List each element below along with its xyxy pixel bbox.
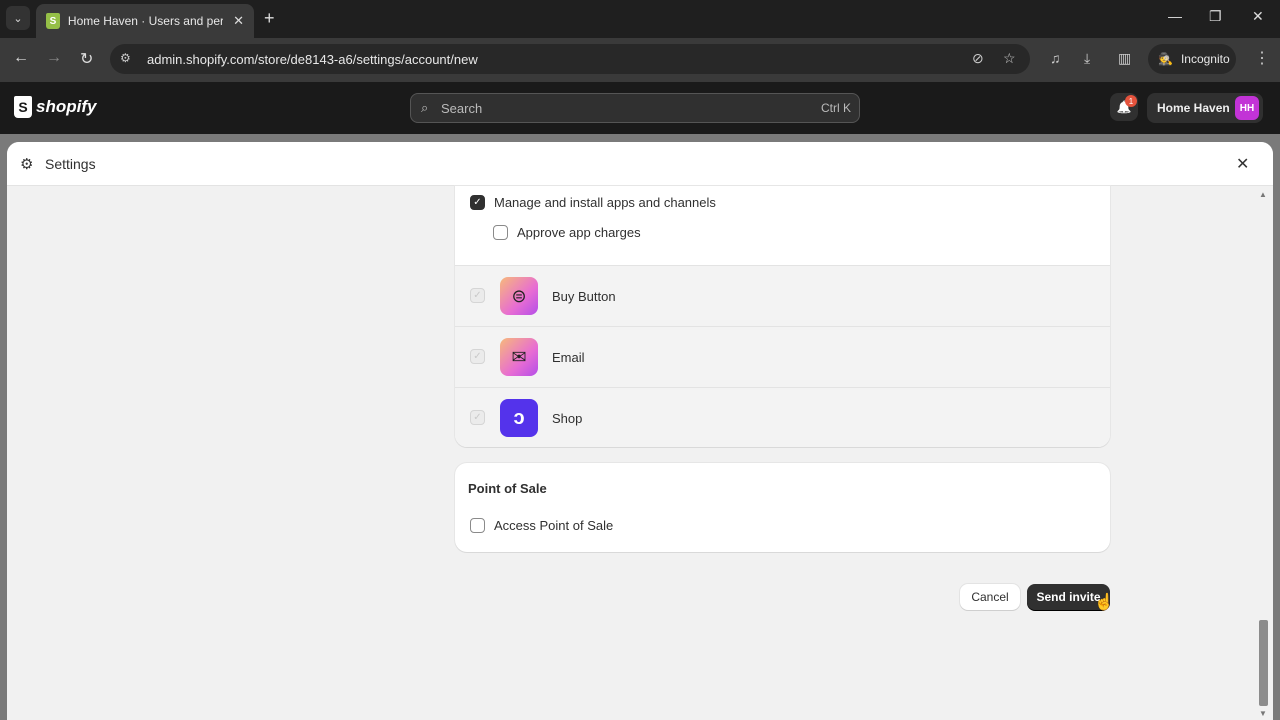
modal-title: Settings	[45, 156, 96, 172]
scroll-thumb[interactable]	[1259, 620, 1268, 706]
incognito-label: Incognito	[1180, 52, 1230, 66]
restore-button[interactable]: ❐	[1209, 8, 1222, 25]
forward-icon[interactable]: →	[46, 49, 62, 67]
permission-manage-apps[interactable]: ✓ Manage and install apps and channels	[470, 195, 716, 210]
apps-permissions-card: ✓ Manage and install apps and channels A…	[455, 186, 1110, 447]
gear-icon: ⚙	[20, 156, 34, 173]
point-of-sale-card: Point of Sale Access Point of Sale	[455, 463, 1110, 552]
back-icon[interactable]: ←	[13, 49, 29, 67]
checkbox-unchecked[interactable]	[470, 518, 485, 533]
window-close-button[interactable]: ✕	[1252, 8, 1264, 25]
address-bar[interactable]: ⚙ admin.shopify.com/store/de8143-a6/sett…	[110, 44, 1030, 74]
browser-menu-icon[interactable]: ⋮	[1254, 48, 1270, 68]
checkbox-disabled: ✓	[470, 410, 485, 425]
search-placeholder: Search	[441, 101, 483, 116]
app-row-email: ✓ ✉ Email	[455, 326, 1110, 387]
shopify-logo[interactable]: S shopify	[14, 96, 96, 118]
scrollbar[interactable]: ▲ ▼	[1256, 186, 1271, 720]
modal-header: ⚙ Settings ✕	[7, 142, 1273, 186]
eye-off-icon[interactable]: ⊘	[972, 50, 984, 67]
browser-tab-active[interactable]: S Home Haven · Users and permi ✕	[36, 4, 254, 38]
shopify-top-bar: S shopify ⌕ Search Ctrl K 🔔 Home Haven H…	[0, 82, 1280, 134]
browser-tab-bar: ⌄ S Home Haven · Users and permi ✕ + — ❐…	[0, 0, 1280, 38]
shopify-favicon-icon: S	[46, 13, 60, 29]
search-input[interactable]: ⌕ Search Ctrl K	[410, 93, 860, 123]
scroll-up-arrow-icon[interactable]: ▲	[1259, 190, 1267, 199]
store-name: Home Haven	[1157, 101, 1230, 115]
permission-label: Approve app charges	[517, 225, 641, 240]
scroll-down-arrow-icon[interactable]: ▼	[1259, 709, 1267, 718]
settings-modal: ⚙ Settings ✕ ✓ Manage and install apps a…	[7, 142, 1273, 720]
url-text[interactable]: admin.shopify.com/store/de8143-a6/settin…	[147, 52, 478, 67]
bookmark-star-icon[interactable]: ☆	[1003, 50, 1016, 67]
avatar: HH	[1235, 96, 1259, 120]
app-row-shop: ✓ ↄ Shop	[455, 387, 1110, 447]
tab-title: Home Haven · Users and permi	[67, 14, 224, 28]
permission-approve-charges[interactable]: Approve app charges	[493, 225, 641, 240]
media-icon[interactable]: ♫	[1050, 50, 1061, 66]
incognito-badge[interactable]: 🕵 Incognito	[1148, 44, 1236, 74]
email-icon: ✉	[500, 338, 538, 376]
browser-toolbar: ← → ↻ ⚙ admin.shopify.com/store/de8143-a…	[0, 38, 1280, 82]
section-title: Point of Sale	[468, 481, 547, 496]
reload-icon[interactable]: ↻	[80, 49, 93, 69]
app-name: Buy Button	[552, 289, 616, 304]
chevron-down-icon: ⌄	[13, 12, 23, 25]
permission-label: Access Point of Sale	[494, 518, 614, 533]
app-name: Email	[552, 350, 585, 365]
shopify-bag-icon: S	[14, 96, 32, 118]
checkbox-unchecked[interactable]	[493, 225, 508, 240]
side-panel-icon[interactable]: ▥	[1118, 50, 1131, 67]
checkbox-disabled: ✓	[470, 288, 485, 303]
minimize-button[interactable]: —	[1168, 8, 1182, 24]
search-icon: ⌕	[421, 100, 429, 115]
tab-search-button[interactable]: ⌄	[6, 6, 30, 30]
shopify-wordmark: shopify	[36, 97, 97, 116]
close-icon[interactable]: ✕	[1236, 154, 1249, 174]
new-tab-button[interactable]: +	[264, 8, 275, 29]
app-name: Shop	[552, 411, 583, 426]
hand-pointer-cursor-icon: ☝	[1094, 594, 1114, 611]
permission-label: Manage and install apps and channels	[494, 195, 716, 210]
site-info-icon[interactable]: ⚙	[120, 51, 131, 65]
checkbox-checked[interactable]: ✓	[470, 195, 485, 210]
store-menu-button[interactable]: Home Haven HH	[1147, 93, 1263, 123]
permission-access-pos[interactable]: Access Point of Sale	[470, 518, 613, 533]
download-icon[interactable]: ⤓	[1084, 50, 1090, 67]
search-shortcut-hint: Ctrl K	[821, 101, 851, 115]
incognito-icon: 🕵	[1158, 52, 1173, 66]
shop-icon: ↄ	[500, 399, 538, 437]
cancel-button[interactable]: Cancel	[960, 584, 1020, 610]
checkbox-disabled: ✓	[470, 349, 485, 364]
app-row-buy-button: ✓ ⊜ Buy Button	[455, 265, 1110, 326]
tab-close-icon[interactable]: ✕	[233, 13, 244, 29]
notification-count-badge: 1	[1125, 95, 1137, 107]
buy-button-icon: ⊜	[500, 277, 538, 315]
